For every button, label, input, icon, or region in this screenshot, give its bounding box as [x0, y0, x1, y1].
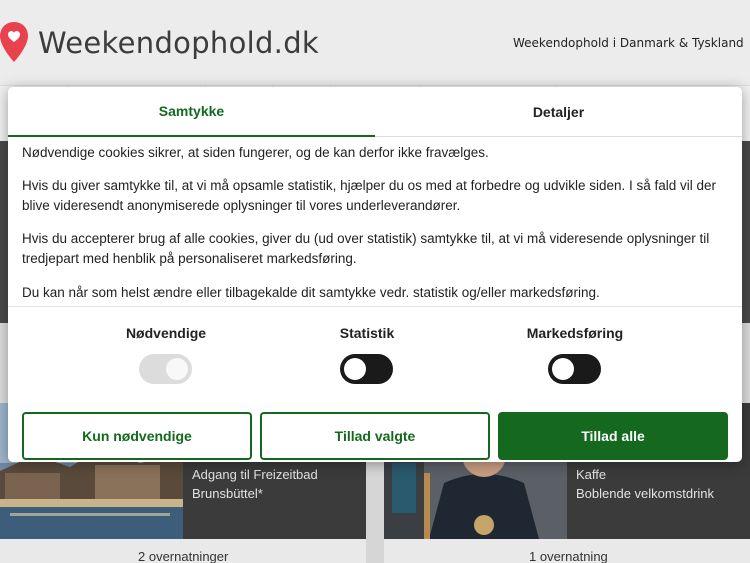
offer-line: Brunsbüttel*	[192, 486, 263, 501]
consent-paragraph: Nødvendige cookies sikrer, at siden fung…	[22, 145, 489, 160]
offer-line: Boblende velkomstdrink	[576, 486, 715, 501]
toggle-knob	[552, 358, 574, 380]
toggle-label-marketing: Markedsføring	[526, 325, 624, 341]
necessary-only-button[interactable]: Kun nødvendige	[22, 412, 252, 460]
allow-all-button[interactable]: Tillad alle	[498, 412, 728, 460]
allow-selected-button[interactable]: Tillad valgte	[260, 412, 490, 460]
site-tagline: Weekendophold i Danmark & Tyskland	[513, 36, 744, 50]
site-header: Weekendophold.dk Weekendophold i Danmark…	[0, 0, 750, 86]
consent-paragraph: Hvis du accepterer brug af alle cookies,…	[22, 231, 710, 266]
site-logo-text[interactable]: Weekendophold.dk	[38, 26, 319, 60]
toggle-label-statistics: Statistik	[339, 325, 395, 341]
tab-consent[interactable]: Samtykke	[8, 87, 375, 137]
consent-description: Nødvendige cookies sikrer, at siden fung…	[8, 137, 742, 307]
cookie-consent-dialog: Samtykke Detaljer Nødvendige cookies sik…	[8, 87, 742, 462]
toggle-label-necessary: Nødvendige	[125, 325, 207, 341]
offer-line: Adgang til Freizeitbad	[192, 467, 318, 482]
toggle-marketing[interactable]	[548, 354, 601, 384]
nights-count: 2 overnatninger	[138, 549, 229, 563]
toggle-knob	[344, 358, 366, 380]
offer-line: Kaffe	[576, 467, 607, 482]
consent-paragraph: Hvis du giver samtykke til, at vi må ops…	[22, 178, 717, 213]
consent-paragraph: Du kan når som helst ændre eller tilbage…	[22, 285, 600, 300]
toggle-statistics[interactable]	[340, 354, 393, 384]
nights-count: 1 overnatning	[529, 549, 608, 563]
toggle-necessary	[139, 354, 192, 384]
toggle-knob	[166, 358, 188, 380]
tab-details[interactable]: Detaljer	[375, 87, 742, 137]
location-pin-icon	[0, 22, 28, 62]
